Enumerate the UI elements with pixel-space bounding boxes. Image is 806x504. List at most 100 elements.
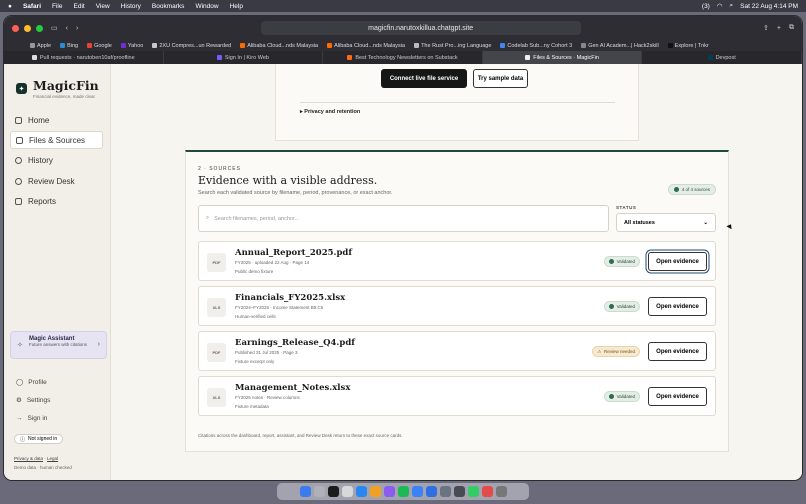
- favorite-alibaba-1[interactable]: Alibaba Cloud...nds Malaysia: [240, 43, 318, 49]
- spreadsheet-file-icon: XLS: [207, 298, 226, 317]
- favorite-tnkr[interactable]: Explore | Tnkr: [667, 43, 709, 49]
- tab-substack[interactable]: Best Technology Newsletters on Substack: [323, 51, 483, 64]
- nav-files-sources[interactable]: Files & Sources: [10, 131, 103, 150]
- open-evidence-button[interactable]: Open evidence: [648, 387, 707, 406]
- address-bar[interactable]: magicfin.narutoxkillua.chatgpt.site: [260, 21, 581, 35]
- preview-icon[interactable]: [453, 486, 465, 497]
- tab-github[interactable]: Pull requests · narutoben10af/proofline: [4, 51, 164, 64]
- open-evidence-button[interactable]: Open evidence: [648, 342, 707, 361]
- privacy-link[interactable]: Privacy & data: [14, 456, 43, 461]
- sublime-icon[interactable]: [369, 486, 381, 497]
- clock[interactable]: Sat 22 Aug 4:14 PM: [740, 3, 798, 10]
- app-logo[interactable]: ✦ MagicFin Financial evidence, made clea…: [16, 78, 99, 99]
- genai-favicon-icon: [581, 43, 587, 48]
- connect-live-file-service-button[interactable]: Connect live file service: [381, 69, 467, 88]
- nav-home[interactable]: Home: [10, 111, 103, 129]
- magic-assistant-card[interactable]: ✧ Magic Assistant Future answers with ci…: [10, 331, 107, 359]
- messages-icon[interactable]: [467, 486, 479, 497]
- safari-icon[interactable]: [355, 486, 367, 497]
- legal-link[interactable]: Legal: [47, 456, 58, 461]
- check-icon: [608, 304, 614, 309]
- favorite-bing[interactable]: Bing: [60, 43, 78, 49]
- status-text: Validated: [616, 259, 635, 264]
- search-field[interactable]: ⌕ Search filenames, period, anchor...: [198, 205, 609, 232]
- forward-icon[interactable]: ›: [76, 25, 78, 32]
- sidebar-toggle-icon[interactable]: ▭: [51, 24, 58, 32]
- tab-label: Devpost: [715, 54, 736, 61]
- info-icon: ⓘ: [20, 436, 26, 443]
- tab-label: Pull requests · narutoben10af/proofline: [39, 54, 135, 61]
- nav-reports[interactable]: Reports: [10, 193, 103, 211]
- apple-icon[interactable]: ●: [8, 3, 12, 10]
- zoom-window-button[interactable]: [36, 24, 43, 32]
- tab-devpost[interactable]: Devpost: [642, 51, 802, 64]
- privacy-retention-toggle[interactable]: ▸ Privacy and retention: [300, 109, 360, 115]
- nav-profile[interactable]: ◯ Profile: [16, 373, 50, 391]
- share-icon[interactable]: ⇪: [763, 24, 769, 32]
- minimize-window-button[interactable]: [24, 24, 31, 32]
- favorite-apple[interactable]: Apple: [30, 43, 51, 49]
- wifi-icon[interactable]: ◠: [717, 2, 723, 10]
- close-window-button[interactable]: [12, 24, 19, 32]
- source-filename: Financials_FY2025.xlsx: [235, 293, 346, 303]
- favorite-google[interactable]: Google: [87, 43, 112, 49]
- tab-magicfin[interactable]: Files & Sources · MagicFin: [482, 51, 643, 64]
- codelab-favicon-icon: [500, 43, 506, 48]
- favorite-2xu[interactable]: 2XU Compres...un Rewarded: [152, 43, 231, 49]
- status-filter-select[interactable]: All statuses ⌄: [616, 213, 716, 232]
- open-evidence-button[interactable]: Open evidence: [648, 252, 707, 271]
- menu-view[interactable]: View: [96, 3, 110, 10]
- nav-history[interactable]: History: [10, 152, 103, 170]
- nav-review-desk[interactable]: Review Desk: [10, 172, 103, 190]
- favorite-yahoo[interactable]: Yahoo: [120, 43, 143, 49]
- tab-overview-icon[interactable]: ⧉: [789, 24, 794, 32]
- demo-note: Demo data · human checked: [14, 465, 72, 470]
- open-evidence-button[interactable]: Open evidence: [648, 297, 707, 316]
- notion-icon[interactable]: [327, 486, 339, 497]
- favorite-codelab[interactable]: Codelab Sub...ny Cohort 3: [500, 43, 572, 49]
- browser-toolbar: ▭ ‹ › magicfin.narutoxkillua.chatgpt.sit…: [4, 16, 802, 40]
- terminal-icon[interactable]: [439, 486, 451, 497]
- favorite-rust[interactable]: The Rust Pro...ing Language: [414, 43, 491, 49]
- assistant-subtitle: Future answers with citations: [29, 342, 88, 347]
- source-meta: FY2024–FY2025 · Income Statement B5:C5: [235, 305, 324, 310]
- favorite-alibaba-2[interactable]: Alibaba Cloud...nds Malaysia: [327, 43, 405, 49]
- source-card: PDF Annual_Report_2025.pdf FY2025 · uplo…: [198, 241, 716, 281]
- back-icon[interactable]: ‹: [66, 25, 68, 32]
- tnkr-favicon-icon: [667, 43, 673, 48]
- menu-help[interactable]: Help: [230, 3, 243, 10]
- menu-bookmarks[interactable]: Bookmarks: [152, 3, 185, 10]
- launchpad-icon[interactable]: [313, 486, 325, 497]
- menu-history[interactable]: History: [121, 3, 141, 10]
- menu-window[interactable]: Window: [195, 3, 218, 10]
- nav-settings[interactable]: ⚙ Settings: [16, 391, 50, 409]
- try-sample-data-button[interactable]: Try sample data: [473, 69, 528, 88]
- zoom-icon[interactable]: [411, 486, 423, 497]
- vscode-icon[interactable]: [425, 486, 437, 497]
- app-icon[interactable]: [383, 486, 395, 497]
- menu-file[interactable]: File: [52, 3, 62, 10]
- favorite-label: Codelab Sub...ny Cohort 3: [507, 42, 573, 49]
- calendar-icon[interactable]: [341, 486, 353, 497]
- sidebar-footer: Privacy & data · Legal Demo data · human…: [14, 456, 72, 470]
- status-filter-value: All statuses: [624, 219, 655, 226]
- kiro-favicon-icon: [216, 55, 222, 60]
- tab-label: Sign In | Kiro Web: [224, 54, 269, 61]
- search-icon[interactable]: ⌕: [730, 2, 734, 10]
- new-tab-icon[interactable]: +: [777, 25, 781, 32]
- status-text: Validated: [616, 304, 635, 309]
- status-indicator[interactable]: (3): [702, 3, 710, 10]
- trash-icon[interactable]: [495, 486, 507, 497]
- nav-sign-in[interactable]: → Sign in: [16, 409, 50, 427]
- favorite-label: The Rust Pro...ing Language: [421, 42, 492, 49]
- favorite-genai[interactable]: Gen AI Academ...| Hack2skill: [581, 43, 659, 49]
- spotify-icon[interactable]: [397, 486, 409, 497]
- tab-bar: Pull requests · narutoben10af/proofline …: [4, 51, 802, 64]
- menu-edit[interactable]: Edit: [74, 3, 85, 10]
- tab-kiro[interactable]: Sign In | Kiro Web: [164, 51, 324, 64]
- check-icon: [673, 187, 679, 192]
- finder-icon[interactable]: [299, 486, 311, 497]
- menu-safari[interactable]: Safari: [23, 3, 41, 10]
- source-note: Human-verified cells: [235, 314, 276, 319]
- app-icon[interactable]: [481, 486, 493, 497]
